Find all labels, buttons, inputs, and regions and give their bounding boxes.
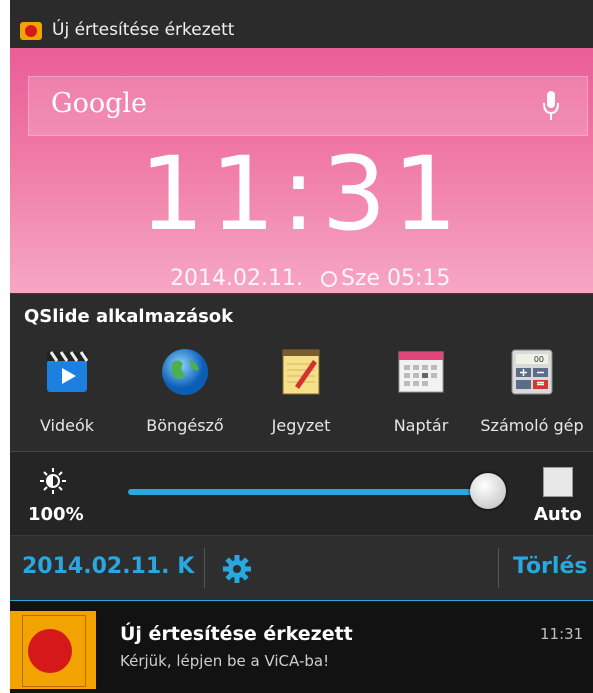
status-bar: Új értesítése érkezett <box>10 14 593 48</box>
video-clapper-icon <box>47 351 89 392</box>
qslide-title: QSlide alkalmazások <box>24 306 234 327</box>
auto-brightness-checkbox[interactable] <box>543 467 573 497</box>
qslide-app-notes[interactable]: Jegyzet <box>246 346 356 435</box>
vica-notification-icon <box>10 611 96 689</box>
red-dot <box>28 629 72 673</box>
lockscreen-date-line: 2014.02.11. Sze 05:15 <box>170 266 450 291</box>
google-search-bar[interactable]: Google <box>28 76 588 136</box>
alarm-clock-icon <box>320 271 337 287</box>
brightness-percent: 100% <box>28 504 84 525</box>
brightness-panel: 100% Auto <box>10 451 593 536</box>
app-label: Böngésző <box>146 416 224 435</box>
clear-notifications-button[interactable]: Törlés <box>513 554 587 579</box>
notification-item[interactable]: Új értesítése érkezett Kérjük, lépjen be… <box>10 601 593 693</box>
brightness-slider-handle[interactable] <box>470 473 506 509</box>
settings-gear-icon[interactable] <box>223 555 251 583</box>
brightness-slider-track[interactable] <box>128 489 488 495</box>
app-label: Számoló gép <box>480 416 584 435</box>
notepad-icon <box>282 349 320 395</box>
app-label: Videók <box>39 416 95 435</box>
google-logo: Google <box>51 88 147 119</box>
microphone-icon[interactable] <box>543 91 559 121</box>
calendar-icon <box>398 351 444 393</box>
date-bar-date: 2014.02.11. K <box>22 554 195 579</box>
qslide-panel: QSlide alkalmazások Videók Böngésző Jegy… <box>10 293 593 452</box>
divider <box>498 548 499 588</box>
divider <box>204 548 205 588</box>
app-label: Jegyzet <box>271 416 331 435</box>
app-label: Naptár <box>393 416 449 435</box>
vica-app-icon <box>20 22 42 40</box>
notification-time: 11:31 <box>540 625 584 643</box>
auto-brightness-label: Auto <box>534 504 582 525</box>
notification-title: Új értesítése érkezett <box>120 623 353 645</box>
notification-text: Kérjük, lépjen be a ViCA-ba! <box>120 652 330 670</box>
qslide-app-calendar[interactable]: Naptár <box>366 346 476 435</box>
qslide-app-videos[interactable]: Videók <box>12 346 122 435</box>
status-bar-title: Új értesítése érkezett <box>52 20 235 40</box>
notification-shade: Új értesítése érkezett Google 11:31 2014… <box>10 0 593 693</box>
date-bar: 2014.02.11. K Törlés <box>10 535 593 602</box>
globe-icon <box>162 349 208 395</box>
lockscreen-clock: 11:31 <box>139 135 464 254</box>
lockscreen-wallpaper: Google 11:31 2014.02.11. Sze 05:15 <box>10 48 593 293</box>
lockscreen-alarm: Sze 05:15 <box>340 266 451 291</box>
lockscreen-date: 2014.02.11. <box>170 266 303 291</box>
brightness-sun-icon <box>40 468 66 494</box>
qslide-app-calculator[interactable]: 00 Számoló gép <box>477 346 587 435</box>
calculator-icon: 00 <box>511 349 553 395</box>
qslide-app-browser[interactable]: Böngésző <box>130 346 240 435</box>
svg-text:00: 00 <box>534 355 544 364</box>
